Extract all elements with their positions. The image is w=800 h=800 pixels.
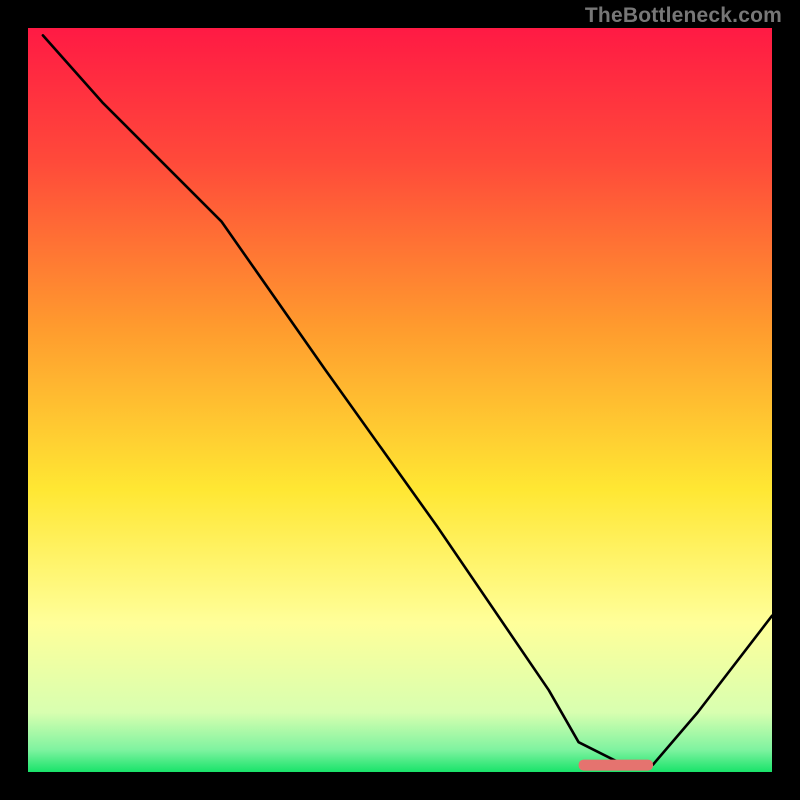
chart-svg bbox=[28, 28, 772, 772]
plot-area bbox=[28, 28, 772, 772]
highlight-marker bbox=[579, 760, 653, 771]
plot-frame bbox=[24, 24, 776, 776]
chart-container: TheBottleneck.com bbox=[0, 0, 800, 800]
